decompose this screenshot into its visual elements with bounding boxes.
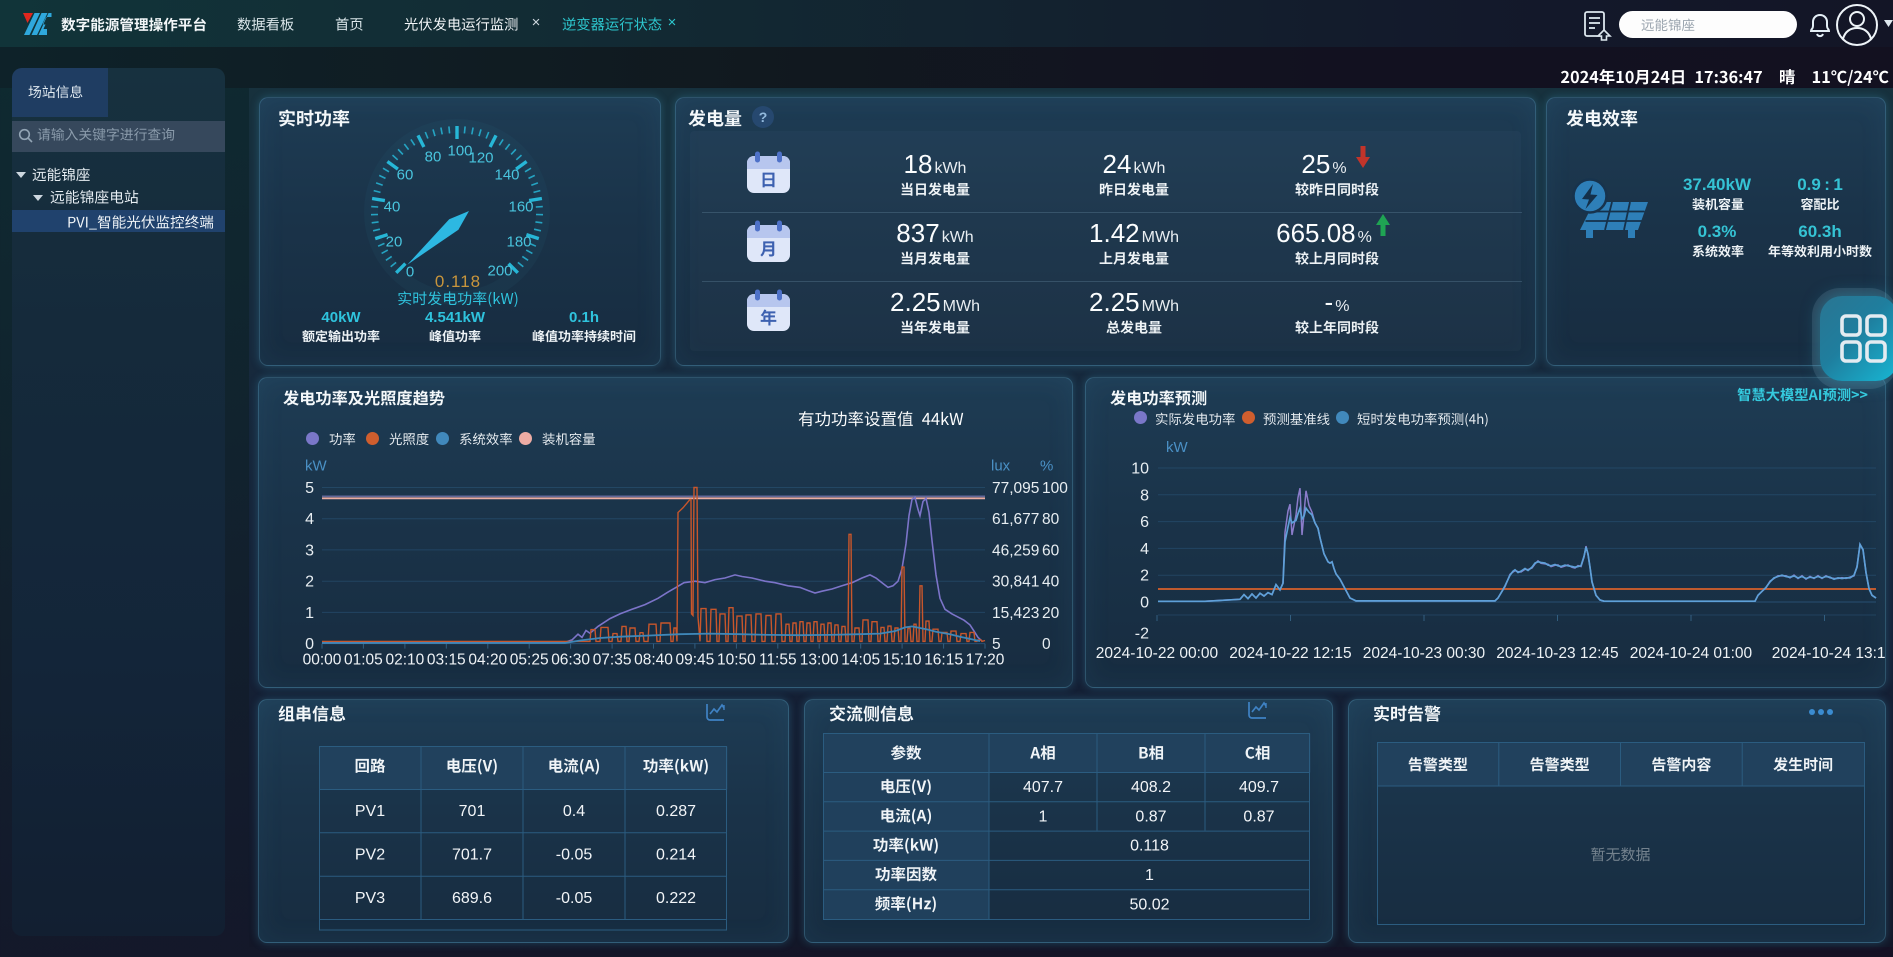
svg-text:2: 2 bbox=[1140, 568, 1149, 585]
svg-text:2024-10-22 00:00: 2024-10-22 00:00 bbox=[1096, 645, 1219, 662]
svg-text:409.7: 409.7 bbox=[1239, 779, 1279, 796]
svg-text:3: 3 bbox=[305, 542, 314, 559]
svg-text:60: 60 bbox=[397, 167, 414, 184]
svg-text:100: 100 bbox=[1042, 480, 1068, 497]
svg-text:14:05: 14:05 bbox=[841, 652, 880, 669]
svg-text:20: 20 bbox=[1042, 605, 1060, 622]
svg-text:40: 40 bbox=[1042, 574, 1060, 591]
svg-text:701: 701 bbox=[459, 803, 486, 820]
svg-text:30,841: 30,841 bbox=[992, 574, 1039, 591]
svg-text:2024-10-24 13:15: 2024-10-24 13:15 bbox=[1772, 645, 1886, 662]
svg-text:2024-10-22 12:15: 2024-10-22 12:15 bbox=[1229, 645, 1351, 662]
svg-text:0: 0 bbox=[1042, 636, 1051, 653]
svg-text:0.4: 0.4 bbox=[563, 803, 585, 820]
svg-text:10:50: 10:50 bbox=[717, 652, 756, 669]
svg-text:1: 1 bbox=[305, 605, 314, 622]
svg-text:407.7: 407.7 bbox=[1023, 779, 1063, 796]
svg-text:80: 80 bbox=[1042, 511, 1060, 528]
svg-text:13:00: 13:00 bbox=[800, 652, 839, 669]
svg-text:lux: lux bbox=[991, 458, 1011, 475]
svg-text:6: 6 bbox=[1140, 514, 1149, 531]
svg-text:PV1: PV1 bbox=[355, 803, 385, 820]
svg-text:03:15: 03:15 bbox=[427, 652, 466, 669]
svg-text:09:45: 09:45 bbox=[676, 652, 715, 669]
svg-text:2024-10-23 12:45: 2024-10-23 12:45 bbox=[1496, 645, 1618, 662]
svg-text:140: 140 bbox=[494, 167, 519, 184]
svg-text:kW: kW bbox=[1166, 439, 1189, 456]
svg-text:-0.05: -0.05 bbox=[556, 890, 593, 907]
svg-text:61,677: 61,677 bbox=[992, 511, 1039, 528]
svg-text:17:20: 17:20 bbox=[966, 652, 1005, 669]
svg-text:160: 160 bbox=[508, 199, 533, 216]
svg-text:8: 8 bbox=[1140, 487, 1149, 504]
svg-text:0: 0 bbox=[305, 636, 314, 653]
svg-text:-2: -2 bbox=[1135, 625, 1149, 642]
svg-text:46,259: 46,259 bbox=[992, 542, 1039, 559]
svg-text:0.87: 0.87 bbox=[1135, 808, 1166, 825]
svg-text:0.287: 0.287 bbox=[656, 803, 696, 820]
svg-text:2024-10-23 00:30: 2024-10-23 00:30 bbox=[1363, 645, 1486, 662]
svg-text:4: 4 bbox=[1140, 541, 1149, 558]
svg-text:0.87: 0.87 bbox=[1243, 808, 1274, 825]
svg-text:5: 5 bbox=[305, 480, 314, 497]
svg-text:4: 4 bbox=[305, 511, 314, 528]
svg-text:07:35: 07:35 bbox=[593, 652, 632, 669]
svg-text:01:05: 01:05 bbox=[344, 652, 383, 669]
svg-text:16:15: 16:15 bbox=[924, 652, 963, 669]
svg-text:20: 20 bbox=[386, 234, 403, 251]
svg-text:2024-10-24 01:00: 2024-10-24 01:00 bbox=[1630, 645, 1753, 662]
svg-text:0.118: 0.118 bbox=[1130, 838, 1169, 855]
svg-text:?: ? bbox=[759, 109, 768, 125]
svg-text:02:10: 02:10 bbox=[386, 652, 425, 669]
svg-text:0.214: 0.214 bbox=[656, 847, 696, 864]
svg-text:10: 10 bbox=[1131, 461, 1149, 478]
svg-text:15:10: 15:10 bbox=[883, 652, 922, 669]
svg-text:80: 80 bbox=[425, 149, 442, 166]
svg-text:PV2: PV2 bbox=[355, 847, 385, 864]
svg-text:-0.05: -0.05 bbox=[556, 847, 593, 864]
svg-text:2: 2 bbox=[305, 574, 314, 591]
svg-text:%: % bbox=[1040, 458, 1053, 475]
svg-text:120: 120 bbox=[468, 150, 493, 167]
svg-text:689.6: 689.6 bbox=[452, 890, 492, 907]
svg-text:00:00: 00:00 bbox=[303, 652, 342, 669]
svg-text:04:20: 04:20 bbox=[468, 652, 507, 669]
svg-text:06:30: 06:30 bbox=[551, 652, 590, 669]
svg-text:40: 40 bbox=[384, 199, 401, 216]
svg-text:0: 0 bbox=[1140, 595, 1149, 612]
svg-text:50.02: 50.02 bbox=[1129, 896, 1169, 913]
svg-text:1: 1 bbox=[1145, 867, 1154, 884]
svg-text:1: 1 bbox=[1039, 808, 1048, 825]
svg-text:PV3: PV3 bbox=[355, 890, 385, 907]
svg-text:5: 5 bbox=[992, 636, 1001, 653]
svg-text:408.2: 408.2 bbox=[1131, 779, 1171, 796]
svg-text:701.7: 701.7 bbox=[452, 847, 492, 864]
svg-text:0.222: 0.222 bbox=[656, 890, 696, 907]
svg-text:05:25: 05:25 bbox=[510, 652, 549, 669]
svg-text:11:55: 11:55 bbox=[759, 652, 797, 669]
svg-text:15,423: 15,423 bbox=[992, 605, 1039, 622]
svg-text:kW: kW bbox=[305, 458, 328, 475]
svg-text:08:40: 08:40 bbox=[634, 652, 673, 669]
svg-text:180: 180 bbox=[506, 234, 531, 251]
svg-text:60: 60 bbox=[1042, 542, 1060, 559]
svg-text:77,095: 77,095 bbox=[992, 480, 1039, 497]
